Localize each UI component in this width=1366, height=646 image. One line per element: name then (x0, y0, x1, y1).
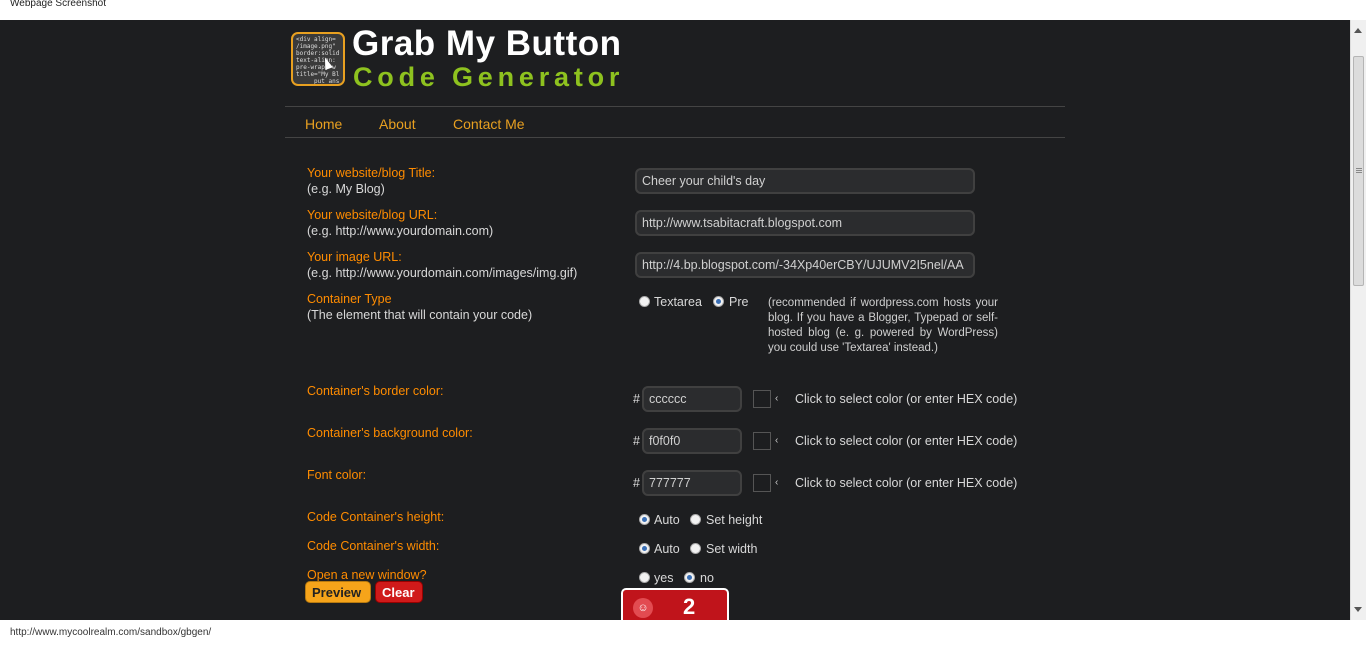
chevron-left-icon: ‹ (775, 435, 779, 446)
image-url-hint: (e.g. http://www.yourdomain.com/images/i… (307, 266, 578, 280)
person-icon: ☺ (633, 598, 653, 618)
url-label: Your website/blog URL: (307, 208, 438, 222)
height-label: Code Container's height: (307, 510, 445, 524)
grip-line (1356, 172, 1362, 173)
new-window-label: Open a new window? (307, 568, 427, 582)
title-hint: (e.g. My Blog) (307, 182, 385, 196)
font-color-hint: Click to select color (or enter HEX code… (795, 476, 1018, 490)
width-auto-radio[interactable] (639, 543, 650, 554)
grip-line (1356, 168, 1362, 169)
title-input[interactable]: Cheer your child's day (635, 168, 975, 194)
nav-about[interactable]: About (379, 116, 416, 132)
url-hint: (e.g. http://www.yourdomain.com) (307, 224, 494, 238)
border-color-input[interactable]: cccccc (642, 386, 742, 412)
nav-bottom-divider (285, 137, 1065, 138)
new-window-yes-label: yes (654, 571, 674, 585)
font-color-input[interactable]: 777777 (642, 470, 742, 496)
bg-color-input[interactable]: f0f0f0 (642, 428, 742, 454)
grip-line (1356, 170, 1362, 171)
preview-button[interactable]: Preview (305, 581, 371, 603)
image-url-label: Your image URL: (307, 250, 402, 264)
page-viewport: <div align= /image.png" border:solid tex… (0, 20, 1350, 620)
new-window-no-radio[interactable] (684, 572, 695, 583)
border-color-swatch[interactable] (753, 390, 771, 408)
container-type-label: Container Type (307, 292, 392, 306)
bg-color-hash: # (633, 434, 640, 448)
scroll-down-icon[interactable] (1354, 607, 1362, 612)
border-color-label: Container's border color: (307, 384, 444, 398)
container-textarea-label: Textarea (654, 295, 702, 309)
window-caption: Webpage Screenshot (0, 0, 1366, 20)
border-color-hash: # (633, 392, 640, 406)
notification-badge[interactable]: ☺ 2 (621, 588, 729, 620)
container-pre-radio[interactable] (713, 296, 724, 307)
border-color-hint: Click to select color (or enter HEX code… (795, 392, 1018, 406)
bg-color-hint: Click to select color (or enter HEX code… (795, 434, 1018, 448)
height-set-radio[interactable] (690, 514, 701, 525)
width-auto-label: Auto (654, 542, 680, 556)
scroll-up-icon[interactable] (1354, 28, 1362, 33)
window-caption-text: Webpage Screenshot (10, 0, 106, 9)
container-type-note: (recommended if wordpress.com hosts your… (768, 297, 998, 354)
width-set-label: Set width (706, 542, 758, 556)
height-auto-radio[interactable] (639, 514, 650, 525)
status-url: http://www.mycoolrealm.com/sandbox/gbgen… (10, 627, 212, 638)
badge-count: 2 (683, 594, 696, 619)
status-bar: http://www.mycoolrealm.com/sandbox/gbgen… (0, 620, 1366, 640)
new-window-no-label: no (700, 571, 714, 585)
logo-icon[interactable]: <div align= /image.png" border:solid tex… (291, 32, 345, 86)
new-window-yes-radio[interactable] (639, 572, 650, 583)
container-pre-label: Pre (729, 295, 749, 309)
vertical-scrollbar[interactable] (1350, 20, 1366, 620)
bg-color-label: Container's background color: (307, 426, 473, 440)
container-type-hint: (The element that will contain your code… (307, 308, 533, 322)
scrollbar-thumb[interactable] (1353, 56, 1364, 286)
site-subtitle: Code Generator (353, 62, 625, 92)
container-textarea-radio[interactable] (639, 296, 650, 307)
font-color-swatch[interactable] (753, 474, 771, 492)
chevron-left-icon: ‹ (775, 477, 779, 488)
clear-button[interactable]: Clear (375, 581, 423, 603)
height-auto-label: Auto (654, 513, 680, 527)
nav-top-divider (285, 106, 1065, 107)
height-set-label: Set height (706, 513, 763, 527)
chevron-left-icon: ‹ (775, 393, 779, 404)
width-set-radio[interactable] (690, 543, 701, 554)
site-title: Grab My Button (352, 24, 622, 63)
image-url-input[interactable]: http://4.bp.blogspot.com/-34Xp40erCBY/UJ… (635, 252, 975, 278)
title-label: Your website/blog Title: (307, 166, 436, 180)
font-color-label: Font color: (307, 468, 367, 482)
width-label: Code Container's width: (307, 539, 440, 553)
nav-home[interactable]: Home (305, 116, 342, 132)
bg-color-swatch[interactable] (753, 432, 771, 450)
url-input[interactable]: http://www.tsabitacraft.blogspot.com (635, 210, 975, 236)
nav-contact[interactable]: Contact Me (453, 116, 525, 132)
font-color-hash: # (633, 476, 640, 490)
